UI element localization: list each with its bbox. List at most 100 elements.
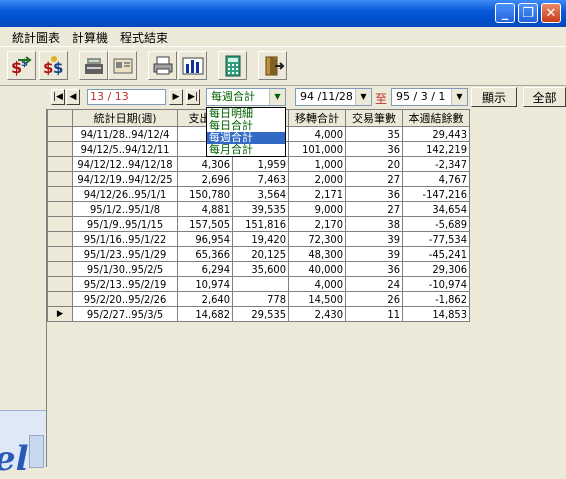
cell-balance[interactable]: 34,654: [402, 201, 470, 217]
cell-count[interactable]: 36: [345, 141, 403, 157]
cell-expense[interactable]: 96,954: [177, 231, 233, 247]
cell-expense[interactable]: 6,294: [177, 261, 233, 277]
cell-balance[interactable]: 4,767: [402, 171, 470, 187]
cell-date[interactable]: 95/2/13..95/2/19: [72, 276, 178, 292]
row-indicator[interactable]: [47, 261, 73, 277]
cell-balance[interactable]: 29,306: [402, 261, 470, 277]
close-button[interactable]: ✕: [541, 3, 561, 23]
table-row[interactable]: 95/2/13..95/2/19 10,974 4,000 24 -10,974: [47, 276, 470, 292]
table-row[interactable]: 95/1/23..95/1/29 65,366 20,125 48,300 39 -45,…: [47, 246, 470, 262]
col-header-balance[interactable]: 本週結餘數: [402, 109, 470, 127]
first-record-button[interactable]: |◀: [51, 89, 65, 105]
cell-income[interactable]: 35,600: [232, 261, 289, 277]
cell-balance[interactable]: -1,862: [402, 291, 470, 307]
cell-date[interactable]: 94/11/28..94/12/4: [72, 126, 178, 142]
cell-transfer[interactable]: 1,000: [288, 156, 346, 172]
col-header-transfer[interactable]: 移轉合計: [288, 109, 346, 127]
cell-date[interactable]: 94/12/19..94/12/25: [72, 171, 178, 187]
cell-balance[interactable]: 29,443: [402, 126, 470, 142]
cell-count[interactable]: 11: [345, 306, 403, 322]
cell-balance[interactable]: -10,974: [402, 276, 470, 292]
cell-date[interactable]: 95/1/16..95/1/22: [72, 231, 178, 247]
chevron-down-icon[interactable]: ▼: [355, 89, 371, 105]
cell-transfer[interactable]: 48,300: [288, 246, 346, 262]
cell-count[interactable]: 24: [345, 276, 403, 292]
cell-transfer[interactable]: 2,170: [288, 216, 346, 232]
cell-count[interactable]: 35: [345, 126, 403, 142]
row-indicator[interactable]: [47, 141, 73, 157]
row-indicator[interactable]: [47, 156, 73, 172]
cell-balance[interactable]: -2,347: [402, 156, 470, 172]
cell-count[interactable]: 36: [345, 186, 403, 202]
cell-income[interactable]: 1,959: [232, 156, 289, 172]
chevron-down-icon[interactable]: ▼: [451, 89, 467, 105]
period-option[interactable]: 每月合計: [207, 144, 285, 156]
row-indicator[interactable]: [47, 246, 73, 262]
menu-statistics-chart[interactable]: 統計圖表: [12, 29, 60, 46]
scrollbar[interactable]: [29, 435, 44, 468]
cell-balance[interactable]: 142,219: [402, 141, 470, 157]
cell-income[interactable]: [232, 276, 289, 292]
cell-balance[interactable]: 14,853: [402, 306, 470, 322]
cell-income[interactable]: 20,125: [232, 246, 289, 262]
cell-date[interactable]: 95/2/27..95/3/5: [72, 306, 178, 322]
table-row[interactable]: 94/12/19..94/12/25 2,696 7,463 2,000 27 4,767: [47, 171, 470, 187]
money-exchange-button[interactable]: $ $: [39, 51, 68, 80]
cell-transfer[interactable]: 2,171: [288, 186, 346, 202]
cell-count[interactable]: 38: [345, 216, 403, 232]
cell-count[interactable]: 39: [345, 246, 403, 262]
cell-count[interactable]: 26: [345, 291, 403, 307]
cell-count[interactable]: 36: [345, 261, 403, 277]
show-button[interactable]: 顯示: [471, 87, 517, 107]
cell-expense[interactable]: 2,640: [177, 291, 233, 307]
row-indicator[interactable]: ▶: [47, 306, 73, 322]
period-select[interactable]: 每週合計 ▼: [206, 88, 286, 106]
record-position-field[interactable]: 13 / 13: [87, 89, 166, 105]
cell-income[interactable]: 39,535: [232, 201, 289, 217]
row-indicator[interactable]: [47, 201, 73, 217]
cell-date[interactable]: 94/12/5..94/12/11: [72, 141, 178, 157]
print-button[interactable]: [148, 51, 177, 80]
cell-expense[interactable]: 4,881: [177, 201, 233, 217]
cell-count[interactable]: 27: [345, 201, 403, 217]
cell-count[interactable]: 27: [345, 171, 403, 187]
card-button[interactable]: [108, 51, 137, 80]
cell-balance[interactable]: -45,241: [402, 246, 470, 262]
cell-expense[interactable]: 157,505: [177, 216, 233, 232]
all-button[interactable]: 全部: [523, 87, 566, 107]
cell-transfer[interactable]: 9,000: [288, 201, 346, 217]
row-indicator[interactable]: [47, 171, 73, 187]
table-row[interactable]: 95/2/20..95/2/26 2,640 778 14,500 26 -1,862: [47, 291, 470, 307]
cell-transfer[interactable]: 2,430: [288, 306, 346, 322]
table-row[interactable]: 95/1/16..95/1/22 96,954 19,420 72,300 39 -77,…: [47, 231, 470, 247]
table-row[interactable]: 95/1/9..95/1/15 157,505 151,816 2,170 38 -5,6…: [47, 216, 470, 232]
cash-register-button[interactable]: [79, 51, 108, 80]
cell-balance[interactable]: -5,689: [402, 216, 470, 232]
cell-expense[interactable]: 2,696: [177, 171, 233, 187]
table-row[interactable]: ▶ 95/2/27..95/3/5 14,682 29,535 2,430 11 14,85…: [47, 306, 470, 322]
cell-date[interactable]: 95/2/20..95/2/26: [72, 291, 178, 307]
restore-button[interactable]: ❐: [518, 3, 538, 23]
minimize-button[interactable]: _: [495, 3, 515, 23]
cell-expense[interactable]: 65,366: [177, 246, 233, 262]
cell-date[interactable]: 95/1/9..95/1/15: [72, 216, 178, 232]
row-indicator[interactable]: [47, 231, 73, 247]
money-chart-button[interactable]: $ $: [7, 51, 36, 80]
cell-transfer[interactable]: 4,000: [288, 126, 346, 142]
menu-calculator[interactable]: 計算機: [72, 29, 108, 46]
calculator-button[interactable]: [218, 51, 247, 80]
cell-count[interactable]: 39: [345, 231, 403, 247]
last-record-button[interactable]: ▶|: [186, 89, 200, 105]
table-row[interactable]: 95/1/2..95/1/8 4,881 39,535 9,000 27 34,654: [47, 201, 470, 217]
cell-expense[interactable]: 10,974: [177, 276, 233, 292]
row-indicator[interactable]: [47, 276, 73, 292]
cell-income[interactable]: 151,816: [232, 216, 289, 232]
cell-expense[interactable]: 4,306: [177, 156, 233, 172]
cell-date[interactable]: 95/1/30..95/2/5: [72, 261, 178, 277]
cell-transfer[interactable]: 2,000: [288, 171, 346, 187]
col-header-count[interactable]: 交易筆數: [345, 109, 403, 127]
row-indicator[interactable]: [47, 126, 73, 142]
cell-income[interactable]: 7,463: [232, 171, 289, 187]
row-indicator[interactable]: [47, 216, 73, 232]
next-record-button[interactable]: ▶: [169, 89, 183, 105]
